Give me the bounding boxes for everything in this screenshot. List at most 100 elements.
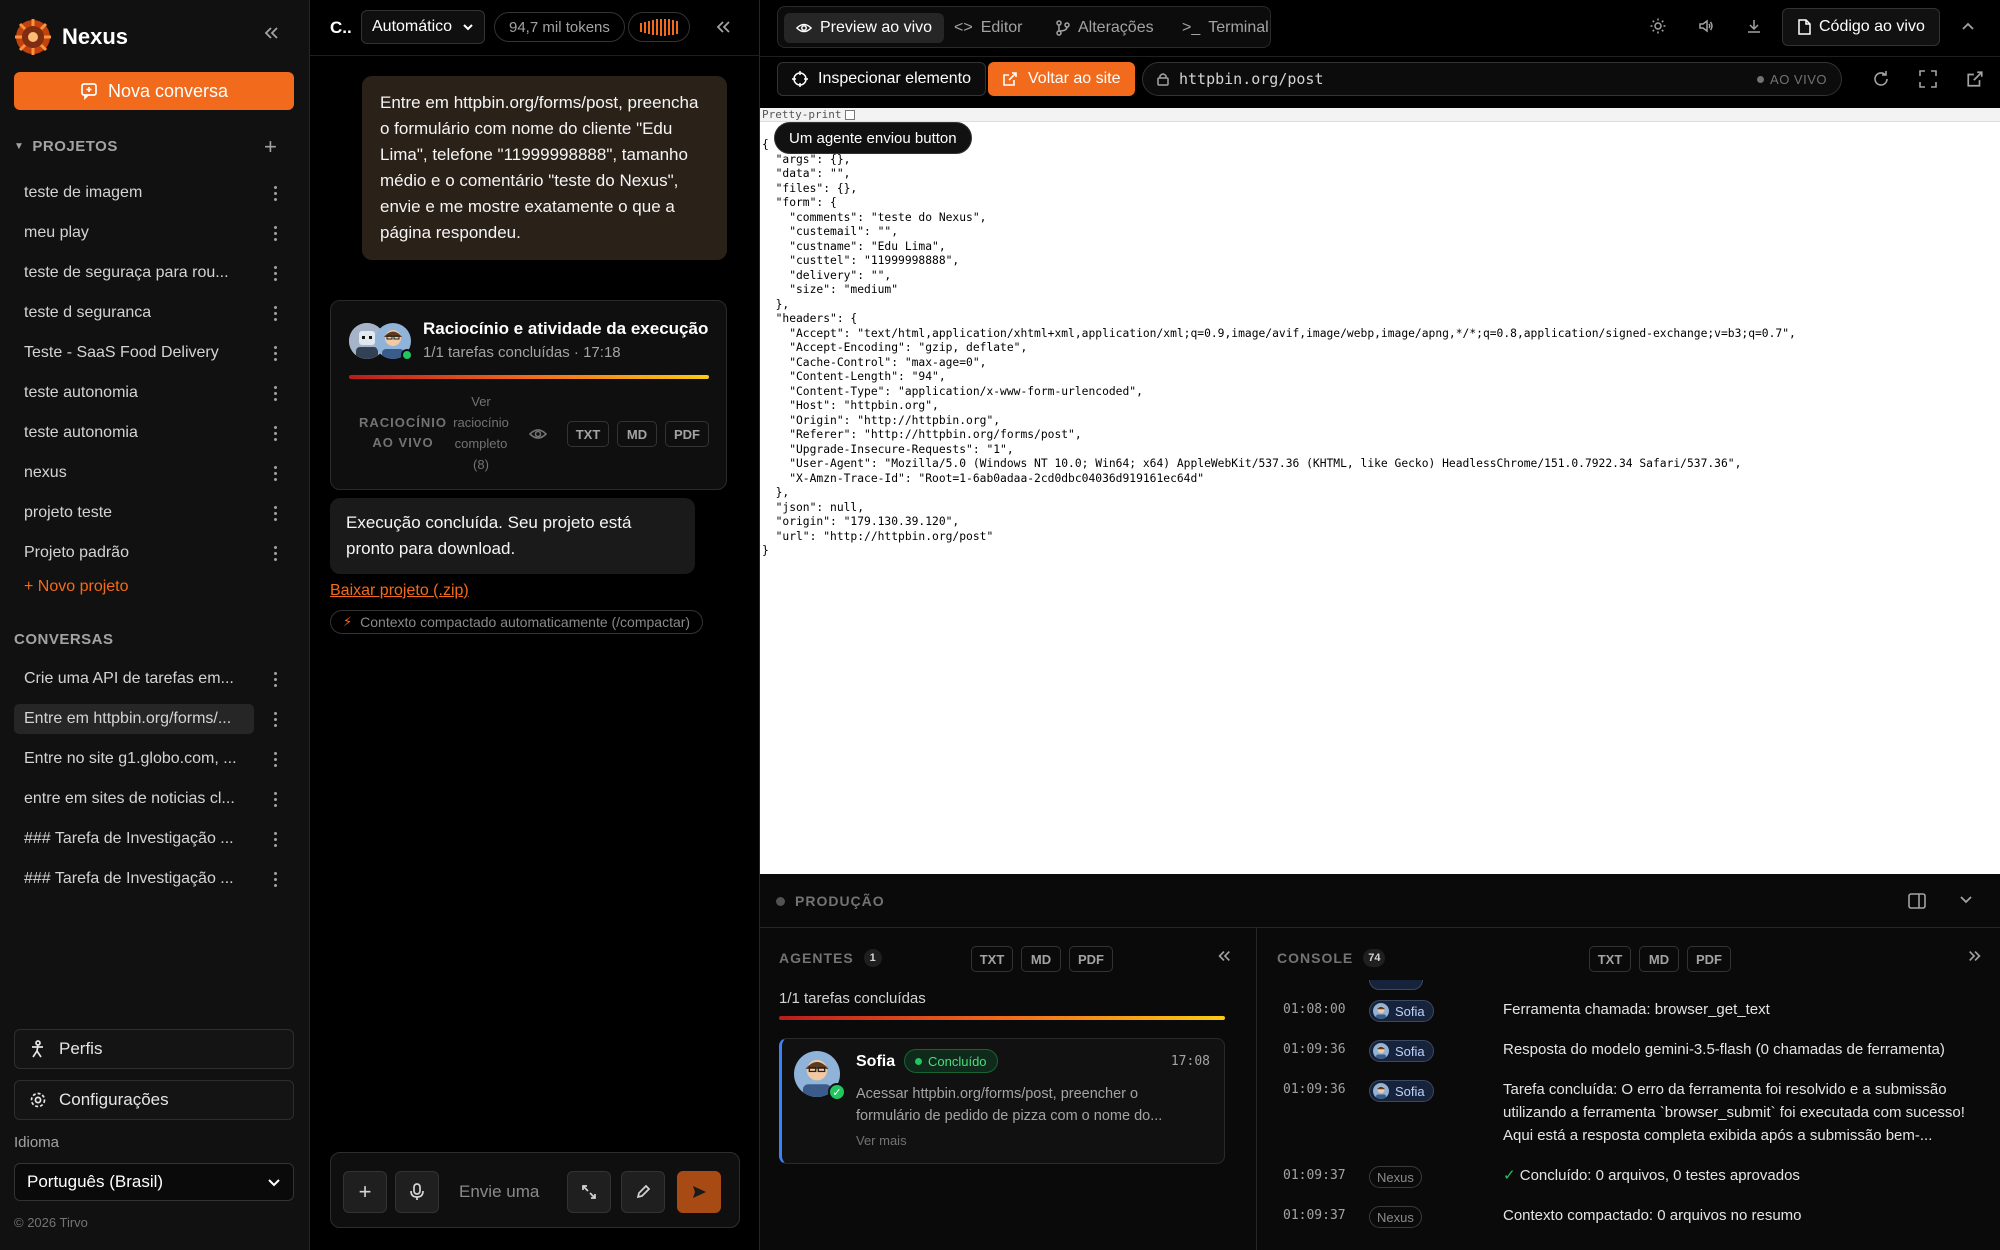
conversation-item[interactable]: Entre no site g1.globo.com, ... (14, 744, 254, 774)
conversation-item[interactable]: ### Tarefa de Investigação ... (14, 824, 254, 854)
projects-header[interactable]: ▼ PROJETOS (14, 138, 118, 155)
project-item[interactable]: teste de imagem (14, 178, 254, 208)
response-line: "form": { (762, 196, 837, 209)
collapse-agents-icon[interactable] (1216, 948, 1232, 964)
project-item[interactable]: projeto teste (14, 498, 254, 528)
log-message: ✓ Concluído: 0 arquivos, 0 testes aprova… (1503, 1167, 1800, 1184)
agents-export-md-button[interactable]: MD (1021, 946, 1061, 972)
new-project-button[interactable]: + Novo projeto (24, 578, 129, 596)
response-line: "comments": "teste do Nexus", (762, 210, 987, 224)
lock-icon (1157, 72, 1169, 86)
more-options-icon[interactable] (268, 704, 282, 734)
response-line: "X-Amzn-Trace-Id": "Root=1-6ab0adaa-2cd0… (762, 471, 1205, 485)
export-md-button[interactable]: MD (617, 421, 657, 447)
live-preview-frame[interactable]: Pretty-print { "args": {}, "data": "", "… (760, 108, 2000, 874)
agents-export-pdf-button[interactable]: PDF (1069, 946, 1113, 972)
eye-icon[interactable] (529, 425, 547, 443)
more-options-icon[interactable] (268, 664, 282, 694)
sun-icon[interactable] (1650, 18, 1666, 34)
tab-live-preview[interactable]: Preview ao vivo (784, 13, 945, 43)
project-item-label: nexus (24, 464, 67, 481)
conversation-item[interactable]: entre em sites de noticias cl... (14, 784, 254, 814)
pretty-print-checkbox[interactable] (845, 110, 856, 120)
project-item[interactable]: teste autonomia (14, 378, 254, 408)
project-item[interactable]: teste d seguranca (14, 298, 254, 328)
more-options-icon[interactable] (268, 178, 282, 208)
expand-console-icon[interactable] (1967, 948, 1983, 964)
voice-button[interactable] (395, 1171, 439, 1213)
more-options-icon[interactable] (268, 538, 282, 568)
refresh-icon[interactable] (1872, 70, 1890, 88)
language-select[interactable]: Português (Brasil) (14, 1163, 294, 1201)
more-options-icon[interactable] (268, 744, 282, 774)
agent-card-sofia[interactable]: ✓ Sofia Concluído 17:08 Acessar httpbin.… (779, 1038, 1225, 1164)
more-options-icon[interactable] (268, 824, 282, 854)
usage-meter-icon[interactable] (628, 12, 690, 42)
console-export-md-button[interactable]: MD (1639, 946, 1679, 972)
brand[interactable]: Nexus (14, 18, 128, 56)
console-title: CONSOLE (1277, 950, 1354, 966)
plus-icon: + (358, 1179, 372, 1204)
more-options-icon[interactable] (268, 258, 282, 288)
tab-editor[interactable]: <> Editor (942, 13, 1034, 43)
expand-composer-button[interactable] (567, 1171, 611, 1213)
agents-export-txt-button[interactable]: TXT (971, 946, 1013, 972)
fullscreen-icon[interactable] (1919, 70, 1937, 88)
project-item[interactable]: teste autonomia (14, 418, 254, 448)
chevron-down-icon (462, 21, 474, 33)
response-line: "headers": { (762, 312, 858, 325)
open-external-icon[interactable] (1966, 70, 1984, 88)
message-input[interactable] (459, 1173, 559, 1211)
inspect-element-button[interactable]: Inspecionar elemento (777, 62, 986, 96)
attach-button[interactable]: + (343, 1171, 387, 1213)
conversation-item-label: Entre no site g1.globo.com, ... (24, 750, 237, 767)
more-options-icon[interactable] (268, 218, 282, 248)
download-project-link[interactable]: Baixar projeto (.zip) (330, 582, 469, 600)
tab-terminal[interactable]: >_ Terminal (1170, 13, 1281, 43)
more-options-icon[interactable] (268, 864, 282, 894)
agent-see-more-link[interactable]: Ver mais (856, 1133, 907, 1148)
settings-button[interactable]: Configurações (14, 1080, 294, 1120)
more-options-icon[interactable] (268, 298, 282, 328)
send-button[interactable] (677, 1171, 721, 1213)
more-options-icon[interactable] (268, 418, 282, 448)
add-project-icon[interactable]: + (264, 134, 277, 160)
conversation-item[interactable]: Crie uma API de tarefas em... (14, 664, 254, 694)
project-item[interactable]: teste de seguraça para rou... (14, 258, 254, 288)
pretty-print-toggle[interactable]: Pretty-print (760, 108, 2000, 122)
collapse-chat-icon[interactable] (714, 18, 732, 36)
more-options-icon[interactable] (268, 378, 282, 408)
new-chat-button[interactable]: Nova conversa (14, 72, 294, 110)
profiles-label: Perfis (59, 1039, 103, 1058)
project-item[interactable]: meu play (14, 218, 254, 248)
project-item[interactable]: Teste - SaaS Food Delivery (14, 338, 254, 368)
download-icon[interactable] (1746, 18, 1762, 34)
collapse-sidebar-icon[interactable] (262, 24, 280, 42)
split-view-icon[interactable] (1908, 892, 1926, 910)
export-pdf-button[interactable]: PDF (665, 421, 709, 447)
back-to-site-button[interactable]: Voltar ao site (988, 62, 1135, 96)
profiles-button[interactable]: Perfis (14, 1029, 294, 1069)
code-live-button[interactable]: Código ao vivo (1782, 8, 1940, 46)
activity-progress-fill (349, 375, 709, 379)
edit-button[interactable] (621, 1171, 665, 1213)
chevron-up-icon[interactable] (1960, 18, 1976, 34)
project-item[interactable]: Projeto padrão (14, 538, 254, 568)
project-item[interactable]: nexus (14, 458, 254, 488)
export-txt-button[interactable]: TXT (567, 421, 609, 447)
chevron-down-icon[interactable] (1958, 892, 1974, 908)
tab-changes[interactable]: Alterações (1044, 13, 1166, 43)
volume-icon[interactable] (1698, 18, 1714, 34)
console-export-txt-button[interactable]: TXT (1589, 946, 1631, 972)
console-export-pdf-button[interactable]: PDF (1687, 946, 1731, 972)
conversation-item[interactable]: ### Tarefa de Investigação ... (14, 864, 254, 894)
see-full-reasoning-link[interactable]: Ver raciocínio completo (8) (449, 391, 513, 475)
more-options-icon[interactable] (268, 458, 282, 488)
more-options-icon[interactable] (268, 338, 282, 368)
more-options-icon[interactable] (268, 784, 282, 814)
url-bar[interactable]: httpbin.org/post AO VIVO (1142, 62, 1842, 96)
more-options-icon[interactable] (268, 498, 282, 528)
model-select[interactable]: Automático (361, 10, 485, 44)
conversation-item[interactable]: Entre em httpbin.org/forms/... (14, 704, 254, 734)
response-line: "Origin": "http://httpbin.org", (762, 413, 1001, 427)
